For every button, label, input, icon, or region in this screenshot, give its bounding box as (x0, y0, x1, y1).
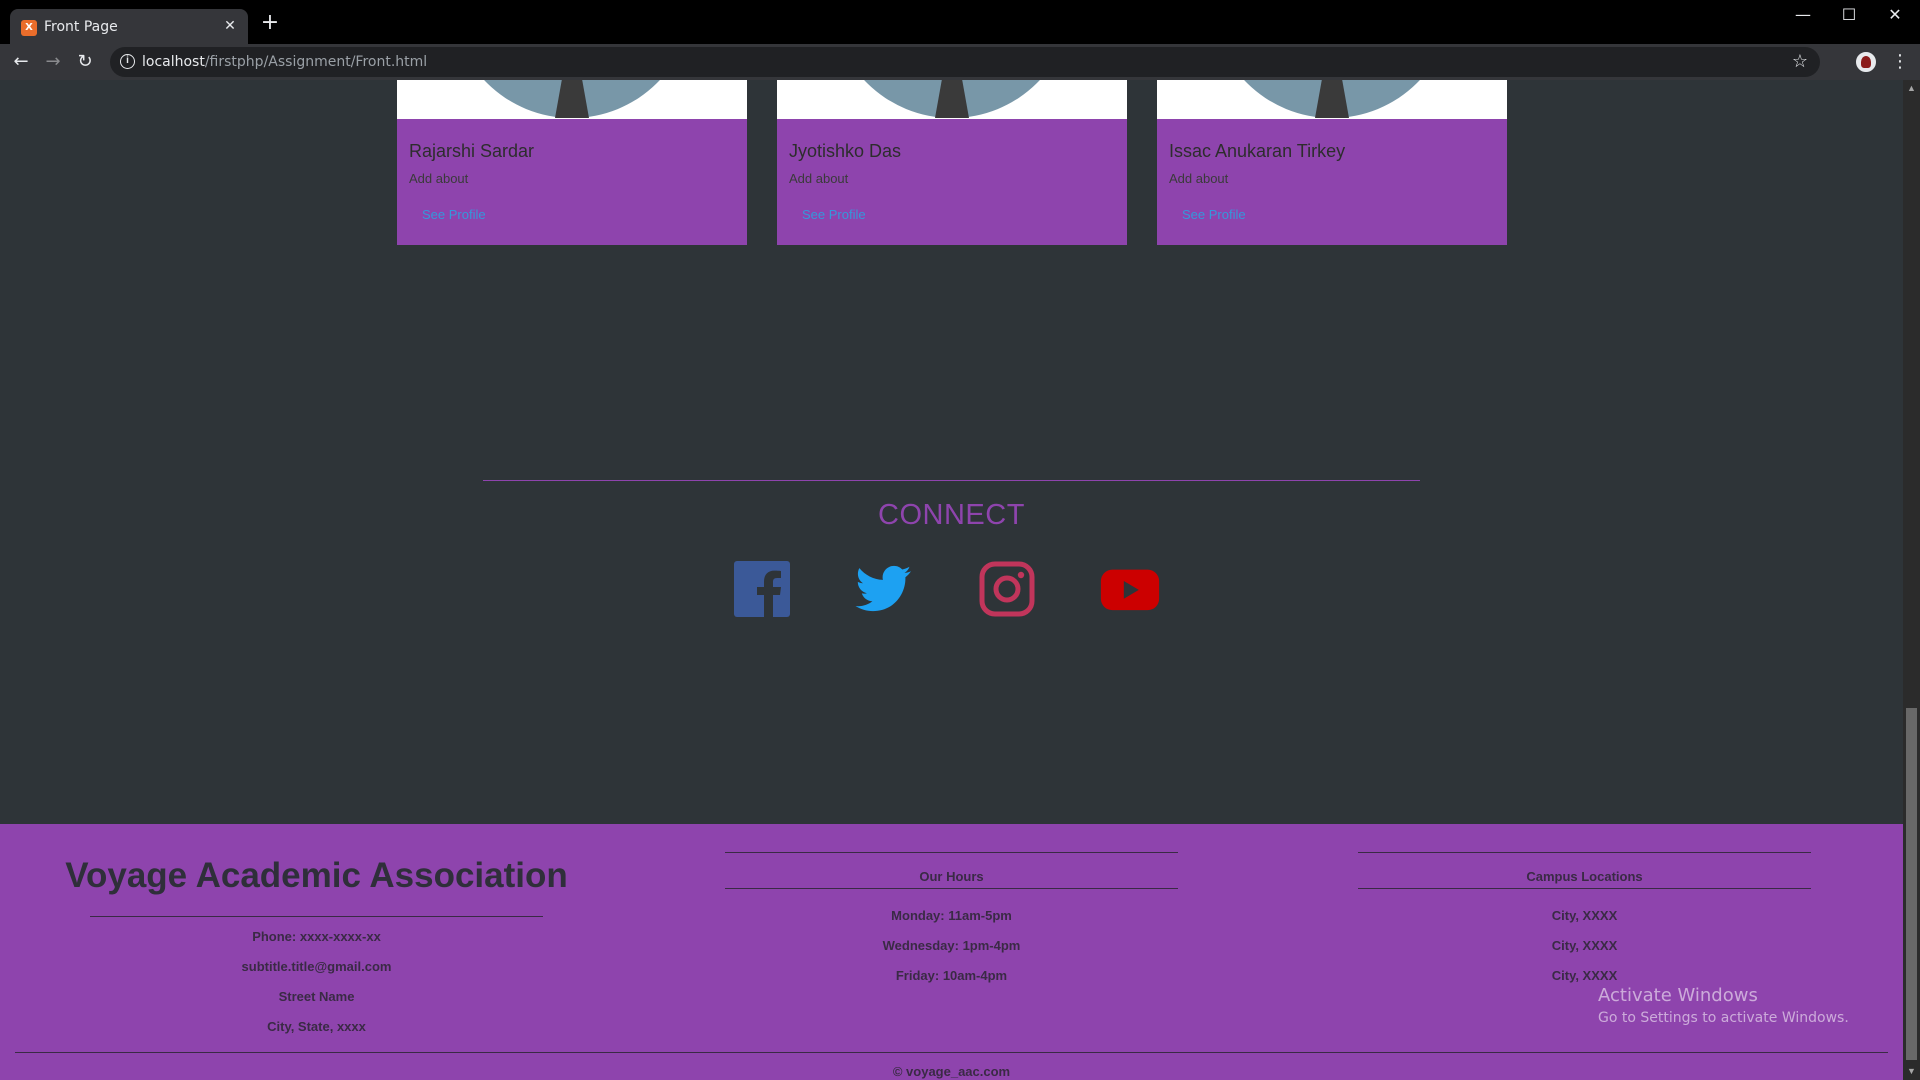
campus-heading: Campus Locations (1526, 869, 1643, 884)
hours-bottom-line (725, 888, 1178, 889)
campus-line: City, XXXX (1551, 968, 1618, 983)
watermark-subtitle: Go to Settings to activate Windows. (1598, 1010, 1849, 1026)
org-divider (90, 916, 543, 917)
hours-top-line (725, 852, 1178, 853)
copyright-text: © voyage_aac.com (892, 1064, 1011, 1079)
page-viewport: Rajarshi Sardar Add about See Profile Jy… (0, 80, 1903, 1080)
window-close-button[interactable]: ✕ (1872, 0, 1918, 32)
instagram-icon[interactable] (977, 559, 1037, 619)
card-body: Rajarshi Sardar Add about See Profile (397, 119, 747, 245)
maximize-button[interactable]: ☐ (1826, 0, 1872, 32)
hours-line: Friday: 10am-4pm (895, 968, 1008, 983)
address-bar[interactable]: i localhost/firstphp/Assignment/Front.ht… (110, 47, 1820, 77)
contact-phone: Phone: xxxx-xxxx-xx (252, 929, 381, 944)
see-profile-link[interactable]: See Profile (802, 207, 866, 222)
contact-email: subtitle.title@gmail.com (241, 959, 392, 974)
page-scrollbar[interactable]: ▲ ▼ (1903, 80, 1920, 1080)
scrollbar-thumb[interactable] (1906, 708, 1917, 1060)
hours-line: Wednesday: 1pm-4pm (882, 938, 1021, 953)
youtube-icon[interactable] (1100, 559, 1160, 619)
profile-photo (777, 80, 1127, 119)
team-card: Issac Anukaran Tirkey Add about See Prof… (1157, 80, 1507, 245)
connect-divider (483, 480, 1420, 481)
bookmark-star-icon[interactable]: ☆ (1792, 51, 1808, 72)
member-name: Rajarshi Sardar (409, 141, 535, 161)
site-footer: Voyage Academic Association Phone: xxxx-… (0, 824, 1903, 1080)
url-path: /firstphp/Assignment/Front.html (204, 54, 428, 70)
member-name: Issac Anukaran Tirkey (1169, 141, 1346, 161)
hours-line: Monday: 11am-5pm (891, 908, 1012, 923)
browser-tab[interactable]: X Front Page ✕ (10, 9, 248, 49)
card-body: Jyotishko Das Add about See Profile (777, 119, 1127, 245)
browser-toolbar: ← → ↻ i localhost/firstphp/Assignment/Fr… (0, 44, 1920, 80)
url-text[interactable]: localhost/firstphp/Assignment/Front.html (142, 54, 427, 70)
member-about: Add about (409, 171, 469, 186)
xampp-favicon-icon: X (21, 20, 37, 36)
watermark-title: Activate Windows (1598, 985, 1758, 1006)
reload-button[interactable]: ↻ (72, 49, 98, 75)
card-body: Issac Anukaran Tirkey Add about See Prof… (1157, 119, 1507, 245)
browser-menu-button[interactable]: ⋮ (1890, 49, 1910, 75)
team-card: Rajarshi Sardar Add about See Profile (397, 80, 747, 245)
campus-top-line (1358, 852, 1811, 853)
back-button[interactable]: ← (8, 49, 34, 75)
new-tab-button[interactable]: + (258, 12, 282, 36)
hours-heading: Our Hours (919, 869, 984, 884)
profile-photo (397, 80, 747, 119)
site-info-icon[interactable]: i (120, 54, 135, 69)
campus-line: City, XXXX (1551, 938, 1618, 953)
profile-avatar[interactable] (1854, 50, 1878, 74)
see-profile-link[interactable]: See Profile (422, 207, 486, 222)
footer-divider (15, 1052, 1888, 1053)
scroll-up-arrow-icon[interactable]: ▲ (1903, 80, 1920, 97)
minimize-button[interactable]: — (1780, 0, 1826, 32)
twitter-icon[interactable] (853, 559, 913, 619)
campus-bottom-line (1358, 888, 1811, 889)
member-about: Add about (789, 171, 849, 186)
tab-close-icon[interactable]: ✕ (220, 16, 240, 36)
url-host: localhost (142, 54, 205, 70)
browser-titlebar: X Front Page ✕ + — ☐ ✕ (0, 0, 1920, 49)
connect-heading: CONNECT (878, 499, 1025, 531)
member-name: Jyotishko Das (789, 141, 902, 161)
activate-windows-watermark: Activate Windows Go to Settings to activ… (1598, 985, 1849, 1026)
profile-photo (1157, 80, 1507, 119)
member-about: Add about (1169, 171, 1229, 186)
scroll-down-arrow-icon[interactable]: ▼ (1903, 1063, 1920, 1080)
team-card: Jyotishko Das Add about See Profile (777, 80, 1127, 245)
see-profile-link[interactable]: See Profile (1182, 207, 1246, 222)
org-name: Voyage Academic Association (65, 856, 568, 895)
contact-street: Street Name (278, 989, 355, 1004)
facebook-icon[interactable] (732, 559, 792, 619)
contact-city: City, State, xxxx (267, 1019, 366, 1034)
campus-line: City, XXXX (1551, 908, 1618, 923)
tab-title: Front Page (44, 19, 118, 35)
forward-button[interactable]: → (40, 49, 66, 75)
